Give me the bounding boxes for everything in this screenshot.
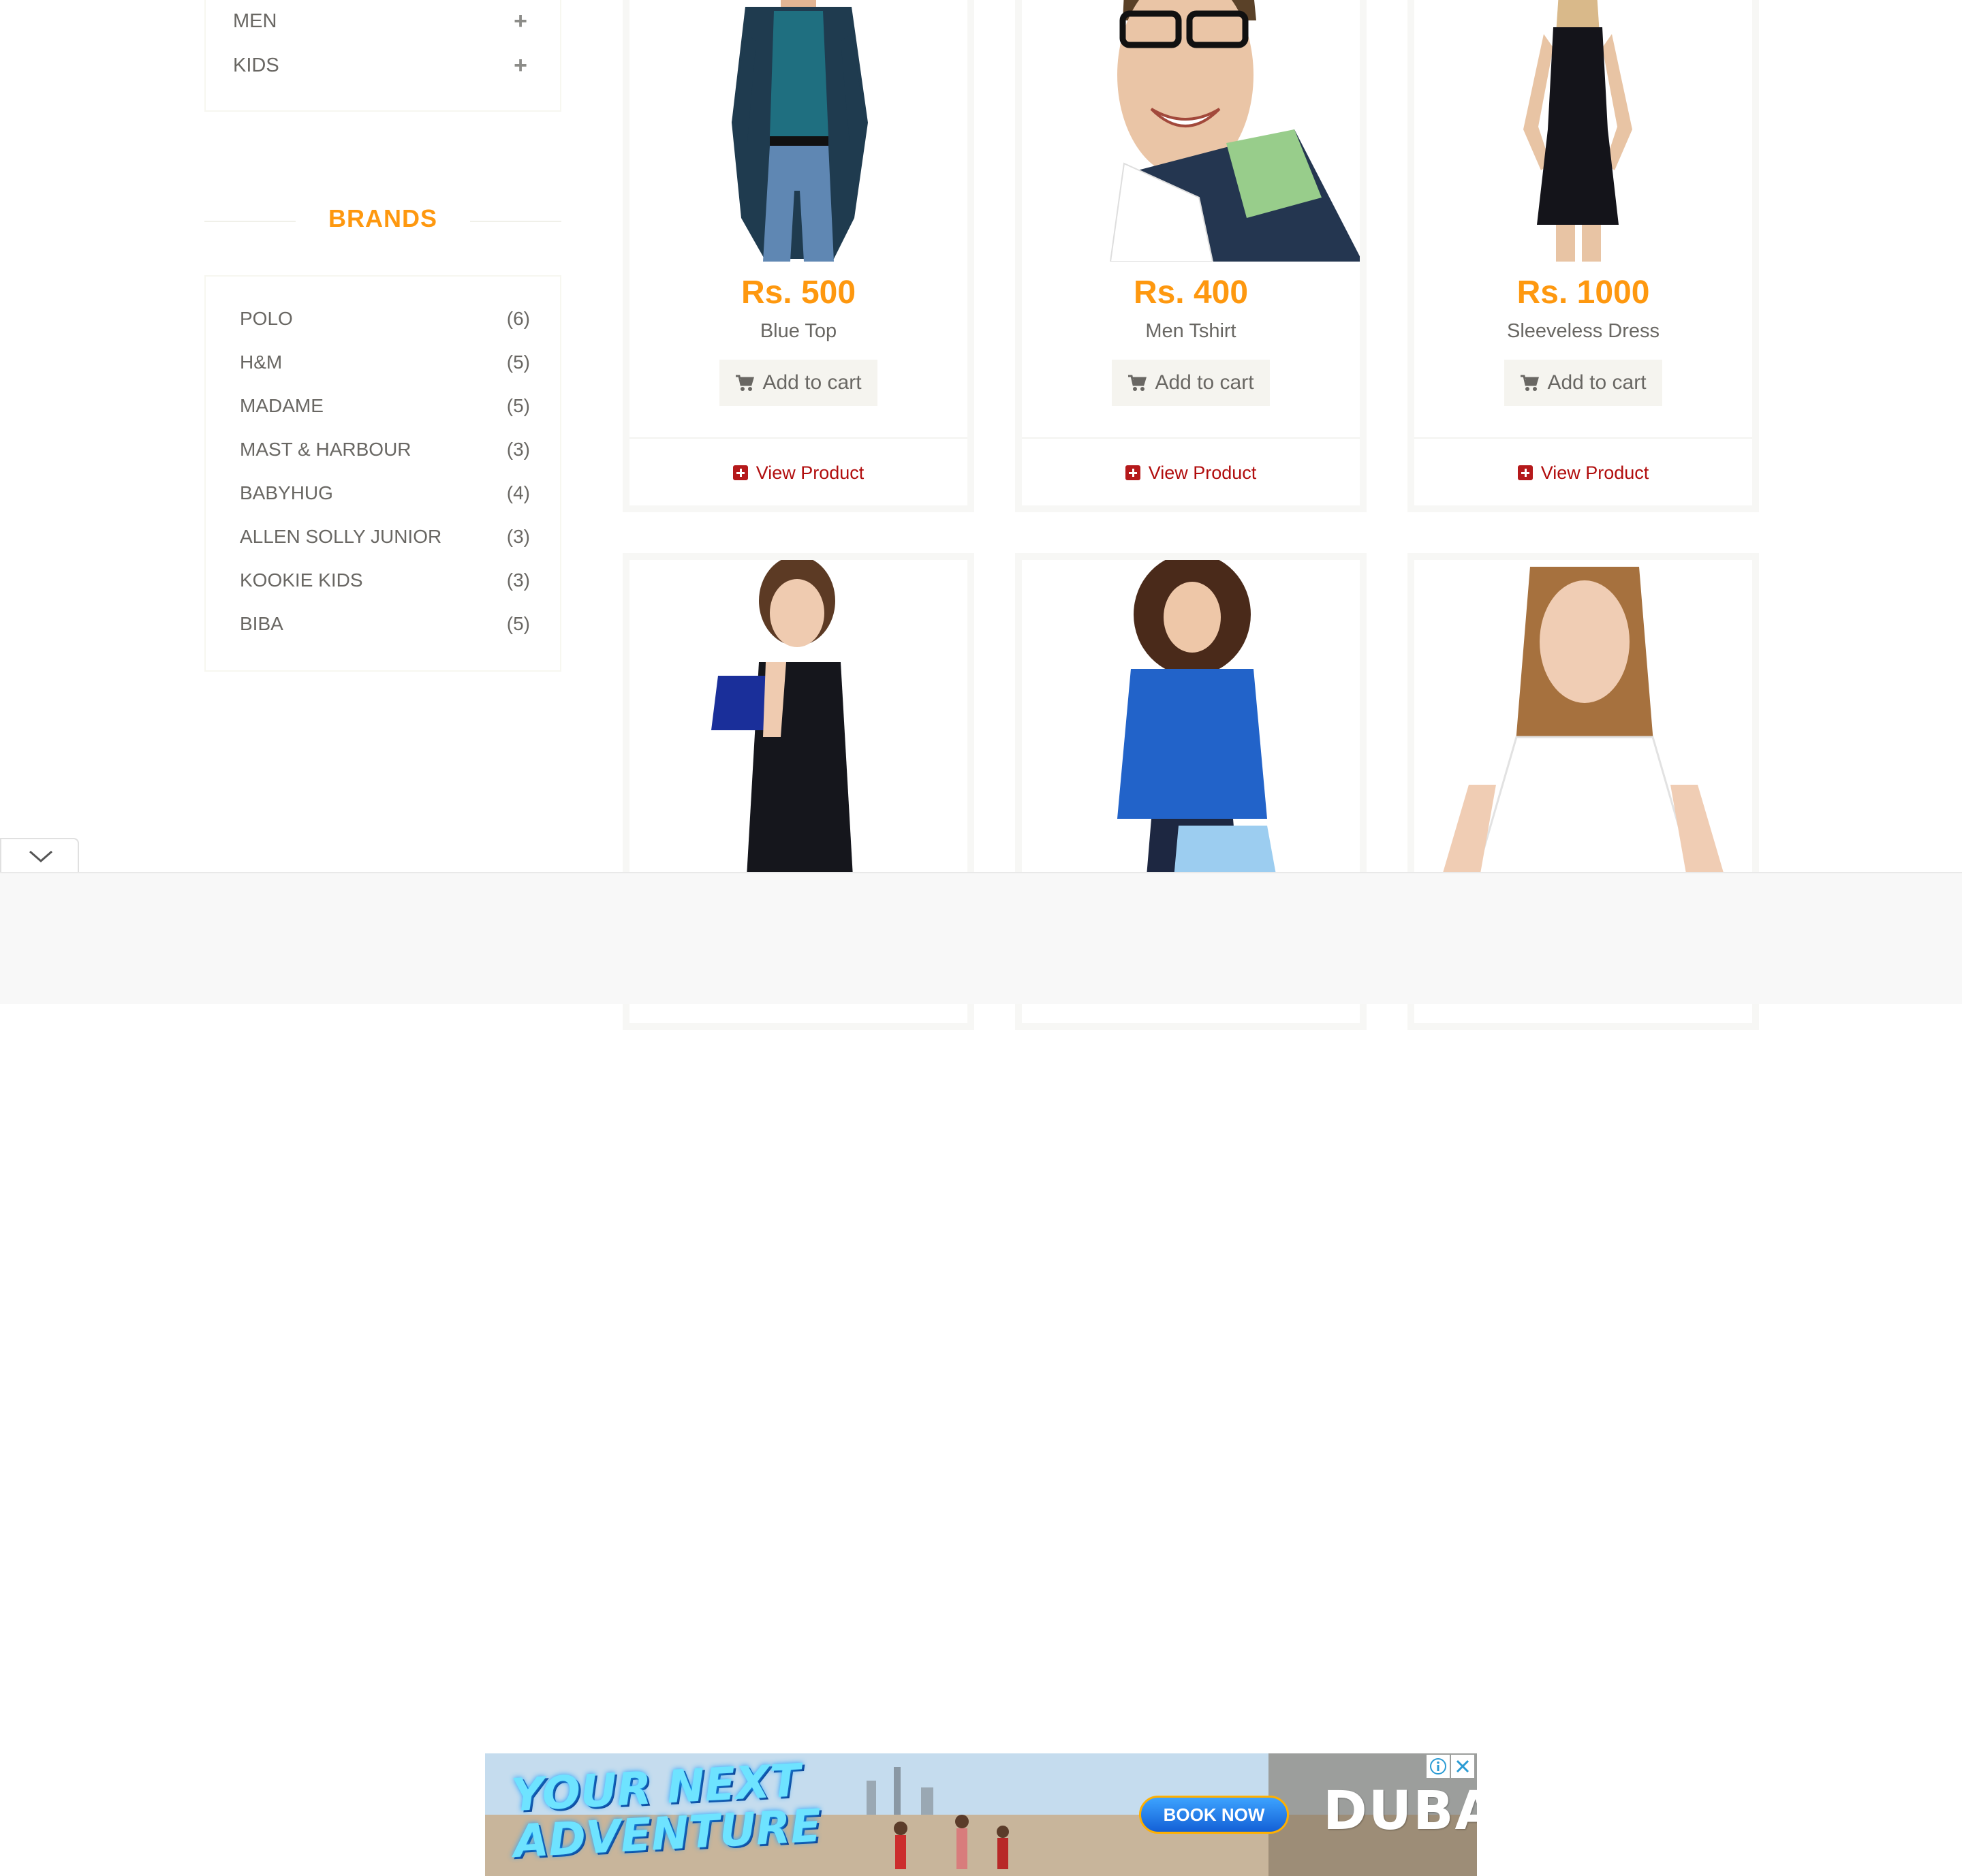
ad-collapse-toggle[interactable]	[0, 838, 79, 873]
woman-shopping-bag-image	[629, 560, 967, 901]
book-now-button[interactable]: BOOK NOW	[1139, 1796, 1289, 1834]
plus-square-icon	[1517, 465, 1533, 480]
product-name: Blue Top	[760, 320, 837, 342]
brand-count: (3)	[506, 439, 530, 460]
info-icon[interactable]	[1427, 1755, 1450, 1778]
view-product-label[interactable]: View Product	[1149, 463, 1257, 484]
plus-icon[interactable]: +	[514, 8, 527, 35]
brand-name[interactable]: KOOKIE KIDS	[240, 569, 363, 591]
brand-item-biba[interactable]: BIBA (5)	[240, 609, 530, 639]
category-panel: MEN + KIDS +	[204, 0, 561, 112]
woman-blue-sweater-image	[1022, 560, 1360, 901]
close-icon-glyph	[1456, 1760, 1469, 1773]
product-image	[1022, 0, 1360, 262]
product-image	[1022, 560, 1360, 901]
add-to-cart-button[interactable]: Add to cart	[719, 360, 877, 406]
product-card: Rs. 500 Blue Top Add to cart View Produc…	[623, 0, 974, 512]
brand-name[interactable]: POLO	[240, 308, 293, 330]
product-image	[1414, 560, 1752, 901]
ad-banner[interactable]: YOUR NEXT ADVENTURE BOOK NOW DUBAI	[485, 1753, 1477, 1876]
view-product-link[interactable]: View Product	[1022, 437, 1360, 507]
brand-name[interactable]: BIBA	[240, 613, 283, 635]
brand-count: (6)	[506, 308, 530, 329]
plus-square-icon	[732, 465, 748, 480]
brand-count: (5)	[506, 351, 530, 373]
product-image	[1414, 0, 1752, 262]
brands-heading: BRANDS	[204, 202, 561, 240]
brand-name[interactable]: BABYHUG	[240, 482, 333, 504]
brand-item-hm[interactable]: H&M (5)	[240, 347, 530, 377]
brand-count: (3)	[506, 569, 530, 591]
plus-square-icon	[1125, 465, 1140, 480]
add-to-cart-button[interactable]: Add to cart	[1112, 360, 1270, 406]
product-card: Rs. 400 Men Tshirt Add to cart View Prod…	[1015, 0, 1367, 512]
brand-name[interactable]: MADAME	[240, 395, 324, 417]
brand-count: (5)	[506, 613, 530, 634]
brand-name[interactable]: MAST & HARBOUR	[240, 439, 411, 460]
add-to-cart-label: Add to cart	[1155, 371, 1254, 394]
brand-item-madame[interactable]: MADAME (5)	[240, 391, 530, 421]
product-card: Rs. 1000 Sleeveless Dress Add to cart Vi…	[1407, 0, 1759, 512]
ad-bar: YOUR NEXT ADVENTURE BOOK NOW DUBAI	[0, 872, 1962, 1876]
brand-item-kookie-kids[interactable]: KOOKIE KIDS (3)	[240, 565, 530, 595]
brands-panel: POLO (6) H&M (5) MADAME (5) MAST & HARBO…	[204, 275, 561, 672]
girl-white-tshirt-image	[1414, 560, 1752, 901]
man-tshirt-image	[1022, 0, 1360, 262]
view-product-link[interactable]: View Product	[629, 437, 967, 507]
brand-count: (4)	[506, 482, 530, 503]
brand-item-allen-solly-junior[interactable]: ALLEN SOLLY JUNIOR (3)	[240, 522, 530, 552]
product-image	[629, 0, 967, 262]
product-price: Rs. 1000	[1516, 275, 1650, 311]
view-product-label[interactable]: View Product	[1541, 463, 1649, 484]
brand-count: (5)	[506, 395, 530, 416]
brand-item-polo[interactable]: POLO (6)	[240, 304, 530, 334]
add-to-cart-button[interactable]: Add to cart	[1504, 360, 1662, 406]
add-to-cart-label: Add to cart	[1547, 371, 1647, 394]
view-product-link[interactable]: View Product	[1414, 437, 1752, 507]
category-label: MEN	[233, 10, 277, 32]
category-label: KIDS	[233, 54, 279, 76]
brand-name[interactable]: H&M	[240, 351, 282, 373]
product-image	[629, 560, 967, 901]
category-men[interactable]: MEN +	[233, 7, 533, 35]
chevron-down-icon	[29, 850, 52, 862]
product-price: Rs. 500	[741, 275, 856, 311]
woman-black-dress-image	[1414, 0, 1752, 262]
info-icon-glyph	[1430, 1758, 1446, 1775]
brands-title: BRANDS	[328, 204, 437, 232]
ad-brand-logo: DUBAI	[1323, 1781, 1477, 1842]
cart-icon	[736, 375, 755, 391]
cart-icon	[1128, 375, 1147, 391]
product-name: Men Tshirt	[1145, 320, 1236, 342]
add-to-cart-label: Add to cart	[762, 371, 862, 394]
woman-blue-top-image	[629, 0, 967, 262]
brand-count: (3)	[506, 526, 530, 547]
product-price: Rs. 400	[1133, 275, 1249, 311]
category-kids[interactable]: KIDS +	[233, 52, 533, 79]
product-name: Sleeveless Dress	[1506, 320, 1660, 342]
brand-item-babyhug[interactable]: BABYHUG (4)	[240, 478, 530, 508]
plus-icon[interactable]: +	[514, 52, 527, 79]
view-product-label[interactable]: View Product	[756, 463, 865, 484]
brand-item-mast-harbour[interactable]: MAST & HARBOUR (3)	[240, 435, 530, 465]
close-icon[interactable]	[1451, 1755, 1474, 1778]
cart-icon	[1521, 375, 1540, 391]
brand-name[interactable]: ALLEN SOLLY JUNIOR	[240, 526, 441, 548]
